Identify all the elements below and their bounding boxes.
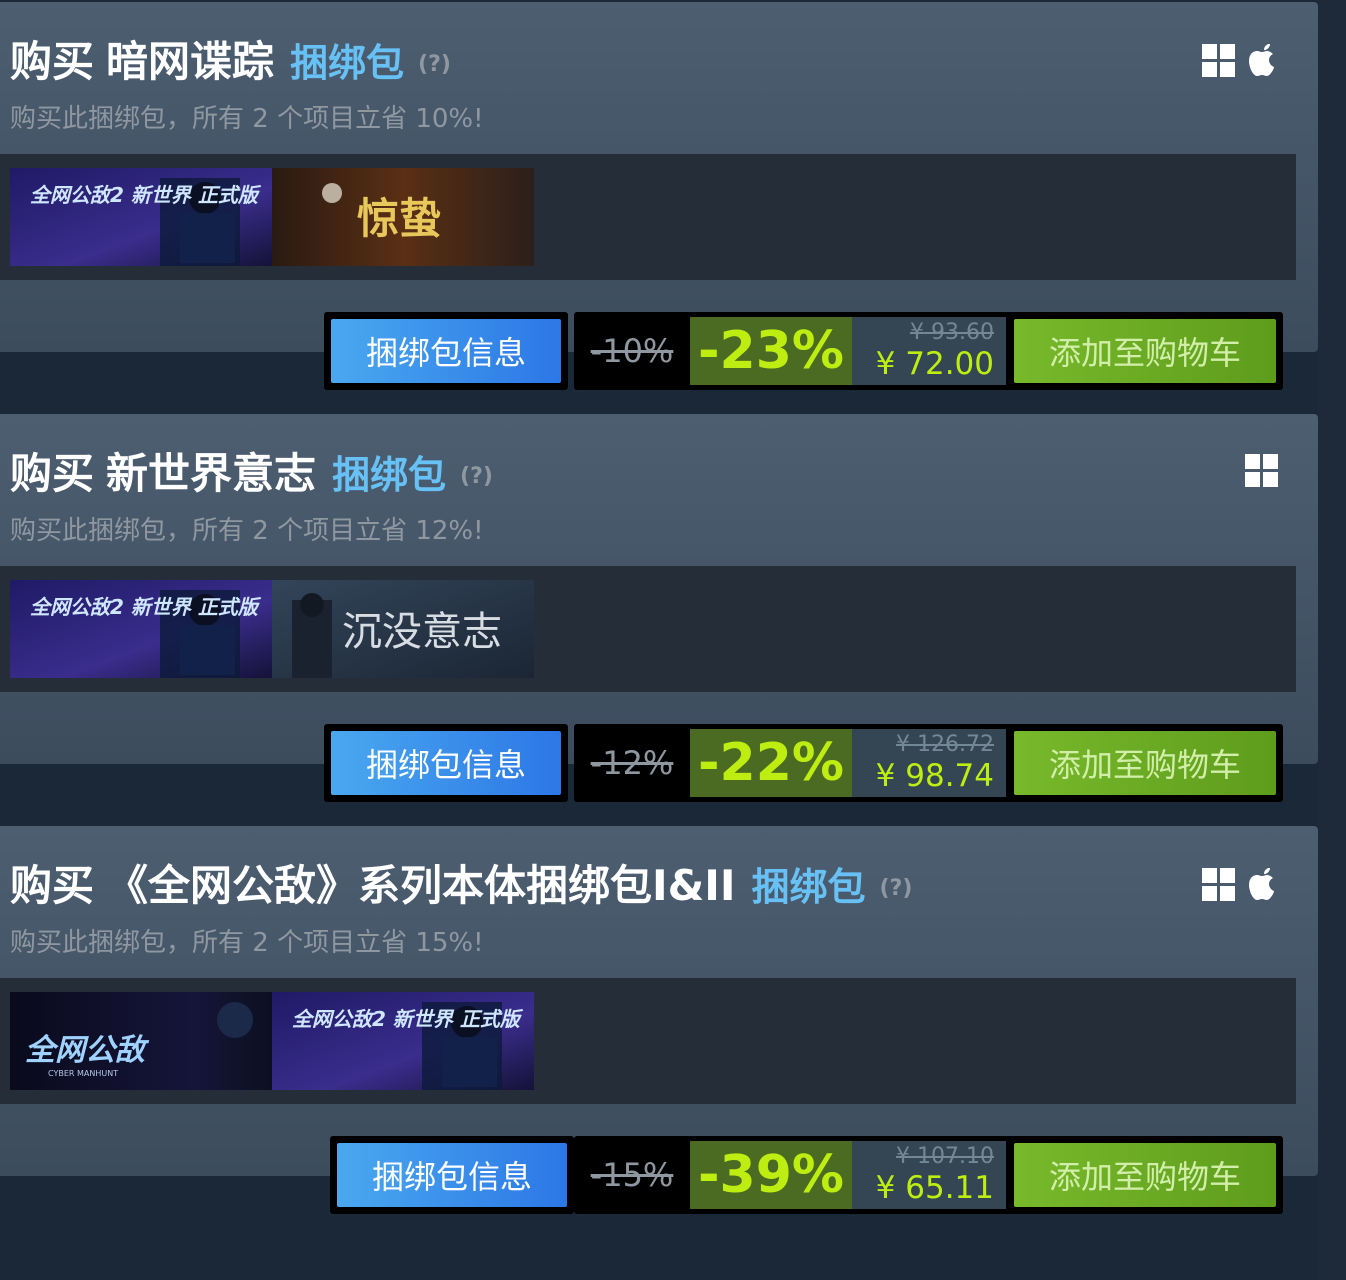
bundle-discount: -15% (590, 1156, 674, 1194)
capsule-title: 全网公敌2 新世界 正式版 (30, 183, 262, 207)
help-link[interactable]: (?) (460, 464, 493, 489)
bundle-items-strip: 全网公敌2 新世界 正式版 惊蛰 (0, 154, 1296, 280)
bundle-info-wrapper: 捆绑包信息 (330, 1136, 574, 1214)
platform-icons (1202, 866, 1279, 902)
original-price: ¥ 107.10 (896, 1144, 994, 1169)
original-price: ¥ 93.60 (910, 320, 994, 345)
bundle-name: 新世界意志 (106, 449, 317, 498)
apple-icon (1249, 44, 1274, 76)
capsule-title: 全网公敌2 新世界 正式版 (292, 1007, 524, 1031)
windows-icon (1245, 454, 1278, 487)
help-link[interactable]: (?) (418, 52, 451, 77)
price-block: ¥ 126.72 ¥ 98.74 (852, 729, 1006, 797)
buy-prefix: 购买 (10, 37, 95, 86)
windows-icon (1202, 43, 1235, 77)
bundle-items-strip: 全网公敌2 新世界 正式版 沉没意志 (0, 566, 1296, 692)
original-price: ¥ 126.72 (896, 732, 994, 757)
bundle-savings-text: 购买此捆绑包，所有 2 个项目立省 15%! (10, 928, 484, 958)
bundle-discount: -10% (590, 332, 674, 370)
final-price: ¥ 72.00 (875, 346, 994, 382)
add-to-cart-button[interactable]: 添加至购物车 (1014, 319, 1276, 383)
game-capsule[interactable]: 惊蛰 (272, 168, 534, 266)
bundle-card: 购买 暗网谍踪 捆绑包 (?) 购买此捆绑包，所有 2 个项目立省 10%! 全网公敌… (0, 2, 1318, 390)
bundle-discount: -12% (590, 744, 674, 782)
buy-prefix: 购买 (10, 449, 95, 498)
bundle-kind-label: 捆绑包 (751, 865, 866, 909)
bundle-info-button[interactable]: 捆绑包信息 (337, 1143, 567, 1207)
bundle-title: 购买 新世界意志 捆绑包 (?) (10, 444, 493, 504)
bundle-card: 购买 新世界意志 捆绑包 (?) 购买此捆绑包，所有 2 个项目立省 12%! 全网公… (0, 414, 1318, 802)
platform-icons (1245, 454, 1278, 487)
bundle-title: 购买 《全网公敌》系列本体捆绑包I&II 捆绑包 (?) (10, 856, 912, 916)
bundle-card: 购买 《全网公敌》系列本体捆绑包I&II 捆绑包 (?) 购买此捆绑包，所有 2 个项… (0, 826, 1318, 1214)
page-right-gutter (1318, 0, 1346, 1280)
bundle-info-wrapper: 捆绑包信息 (324, 312, 568, 390)
add-to-cart-button[interactable]: 添加至购物车 (1014, 731, 1276, 795)
apple-icon (1249, 868, 1274, 900)
game-capsule[interactable]: 全网公敌2 新世界 正式版 (10, 580, 272, 678)
buy-prefix: 购买 (10, 861, 95, 910)
platform-icons (1202, 42, 1279, 78)
discount-percent: -22% (690, 729, 852, 797)
bundle-savings-text: 购买此捆绑包，所有 2 个项目立省 12%! (10, 516, 484, 546)
bundle-info-button[interactable]: 捆绑包信息 (331, 731, 561, 795)
game-capsule[interactable]: 全网公敌2 新世界 正式版 (272, 992, 534, 1090)
bundle-info-wrapper: 捆绑包信息 (324, 724, 568, 802)
bundle-name: 暗网谍踪 (106, 37, 275, 86)
capsule-subtitle: CYBER MANHUNT (48, 1069, 118, 1078)
purchase-block: -15% -39% ¥ 107.10 ¥ 65.11 添加至购物车 (574, 1136, 1283, 1214)
bundle-title: 购买 暗网谍踪 捆绑包 (?) (10, 32, 451, 92)
final-price: ¥ 65.11 (875, 1170, 994, 1206)
game-capsule[interactable]: 全网公敌2 新世界 正式版 (10, 168, 272, 266)
bundle-name: 《全网公敌》系列本体捆绑包I&II (106, 861, 736, 910)
capsule-title: 沉没意志 (342, 609, 502, 655)
purchase-block: -10% -23% ¥ 93.60 ¥ 72.00 添加至购物车 (574, 312, 1283, 390)
price-block: ¥ 107.10 ¥ 65.11 (852, 1141, 1006, 1209)
game-capsule[interactable]: 全网公敌 CYBER MANHUNT (10, 992, 272, 1090)
bundle-savings-text: 购买此捆绑包，所有 2 个项目立省 10%! (10, 104, 484, 134)
bundle-kind-label: 捆绑包 (332, 453, 447, 497)
price-block: ¥ 93.60 ¥ 72.00 (852, 317, 1006, 385)
bundle-info-button[interactable]: 捆绑包信息 (331, 319, 561, 383)
bundle-kind-label: 捆绑包 (290, 41, 405, 85)
purchase-block: -12% -22% ¥ 126.72 ¥ 98.74 添加至购物车 (574, 724, 1283, 802)
capsule-title: 惊蛰 (357, 194, 441, 243)
final-price: ¥ 98.74 (875, 758, 994, 794)
windows-icon (1202, 867, 1235, 901)
capsule-title: 全网公敌 (25, 1033, 150, 1068)
bundle-items-strip: 全网公敌 CYBER MANHUNT 全网公敌2 新世界 正式版 (0, 978, 1296, 1104)
discount-percent: -39% (690, 1141, 852, 1209)
add-to-cart-button[interactable]: 添加至购物车 (1014, 1143, 1276, 1207)
help-link[interactable]: (?) (880, 876, 913, 901)
capsule-title: 全网公敌2 新世界 正式版 (30, 595, 262, 619)
game-capsule[interactable]: 沉没意志 (272, 580, 534, 678)
discount-percent: -23% (690, 317, 852, 385)
